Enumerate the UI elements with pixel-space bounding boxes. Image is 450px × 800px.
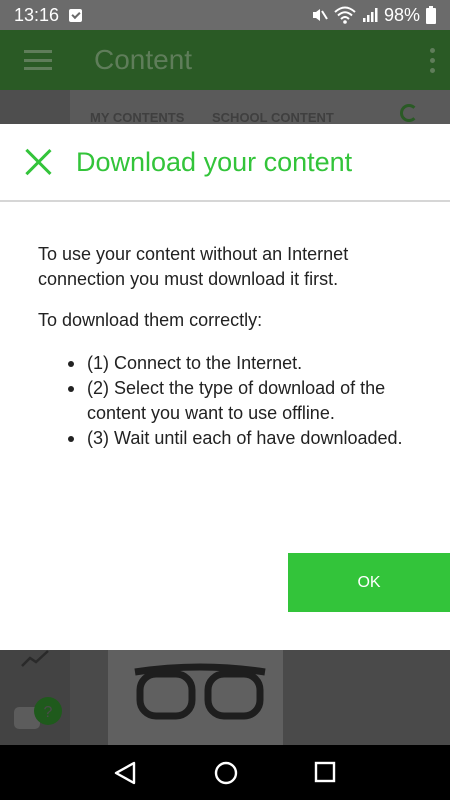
close-icon[interactable] [24,148,52,176]
svg-text:?: ? [44,704,53,721]
dialog-subheading: To download them correctly: [38,310,263,330]
dialog-body: To use your content without an Internet … [0,202,450,451]
glasses-image [134,663,266,720]
tab-school-content[interactable]: SCHOOL CONTENT [212,110,334,125]
status-bar: 13:16 98% [0,0,450,30]
ok-button[interactable]: OK [288,553,450,612]
nav-bar [0,745,450,800]
back-icon[interactable] [112,760,138,786]
signal-icon [362,8,378,22]
list-item: (1) Connect to the Internet. [68,351,412,376]
list-item: (3) Wait until each of have downloaded. [68,426,412,451]
recent-apps-icon[interactable] [313,760,337,784]
notification-icon [69,8,83,22]
refresh-icon[interactable] [400,104,418,122]
dialog-header: Download your content [0,124,450,202]
home-icon[interactable] [213,760,239,786]
status-icons: 98% [310,5,436,26]
help-chat-icon[interactable]: ? [12,697,64,737]
battery-percent: 98% [383,4,420,25]
trend-icon [21,650,49,667]
status-time: 13:16 [14,4,60,25]
list-item: (2) Select the type of download of the c… [68,376,412,426]
overflow-menu-icon[interactable] [430,47,436,73]
battery-icon [426,6,436,24]
steps-list: (1) Connect to the Internet. (2) Select … [68,351,412,451]
wifi-icon [334,6,356,24]
app-title: Content [94,44,193,75]
side-strip [0,90,70,124]
dialog-title: Download your content [76,146,353,177]
mute-icon [312,9,328,21]
app-bar: Content [0,30,450,90]
download-dialog: Download your content To use your conten… [0,124,450,650]
tab-my-contents[interactable]: MY CONTENTS [90,110,184,125]
menu-icon[interactable] [24,50,52,70]
dialog-intro: To use your content without an Internet … [38,244,349,289]
